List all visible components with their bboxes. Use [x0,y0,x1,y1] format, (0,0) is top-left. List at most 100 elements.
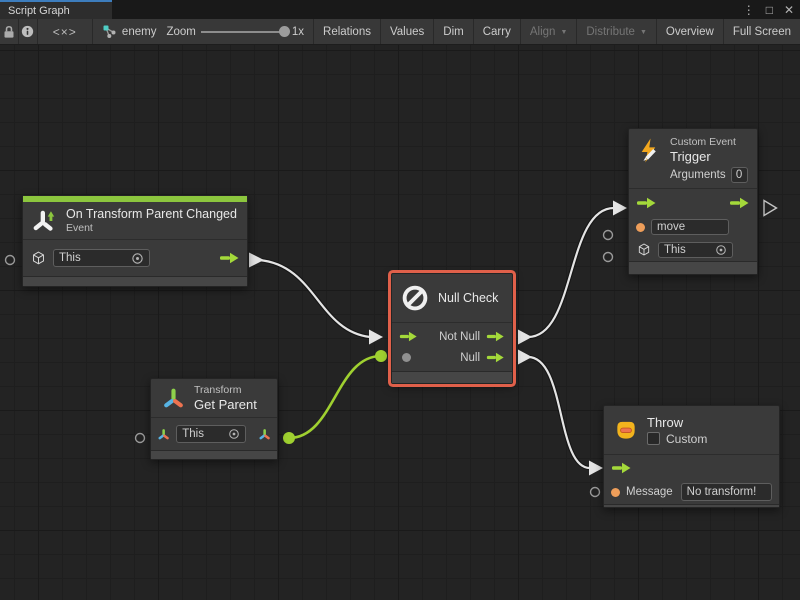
trigger-input-port[interactable] [611,462,632,474]
node-title: Get Parent [194,397,257,412]
toolbar-buttons: Relations Values Dim Carry Align ▼ Distr… [314,19,800,44]
throw-error-icon [613,417,639,443]
wire-notnull-to-trigger[interactable] [528,208,614,337]
transform-output-port[interactable] [258,427,271,442]
node-title: Throw [647,415,707,430]
window-menu-icon[interactable]: ⋮ [743,3,755,17]
distribute-button: Distribute ▼ [577,19,657,44]
input-port[interactable] [604,231,613,240]
unity-script-graph-window: Script Graph ⋮ □ ✕ <×> [0,0,800,600]
wire-end-arrow [613,201,627,216]
null-output-port[interactable] [486,352,505,363]
node-category: Transform [194,384,257,396]
graph-toolbar: <×> enemy Zoom 1x Relations Values Dim C… [0,19,800,45]
node-title: Null Check [438,291,498,305]
trigger-input-port[interactable] [636,197,657,209]
message-field[interactable]: No transform! [681,483,772,501]
tab-title: Script Graph [8,5,70,17]
transform-event-icon [32,208,58,234]
graph-name: enemy [122,26,157,38]
object-picker-icon[interactable] [715,244,727,256]
wire-dot [283,432,295,444]
info-button[interactable] [19,19,38,44]
info-icon [19,23,36,40]
value-input-port[interactable] [402,353,411,362]
node-subtitle: Event [66,222,237,234]
wire-start-arrow [518,330,532,345]
node-footer [392,371,512,383]
value-port-orange[interactable] [611,488,620,497]
chevron-down-icon: ▼ [560,29,567,36]
node-get-parent[interactable]: Transform Get Parent This [150,378,278,460]
node-custom-event-trigger[interactable]: Custom Event Trigger Arguments 0 [628,128,758,275]
transform-icon [161,386,186,411]
code-view-button[interactable]: <×> [38,19,93,44]
dim-button[interactable]: Dim [434,19,473,44]
wire-start-arrow [249,253,264,268]
chevron-down-icon: ▼ [640,29,647,36]
trigger-output-port[interactable] [729,197,750,209]
zoom-label: Zoom [166,26,195,38]
full-screen-button[interactable]: Full Screen [724,19,800,44]
overview-button[interactable]: Overview [657,19,724,44]
align-button: Align ▼ [521,19,578,44]
wire-start-arrow [518,350,532,365]
node-footer [604,504,779,507]
port-label: Not Null [439,331,480,343]
message-label: Message [626,486,673,498]
trigger-input-port[interactable] [399,331,418,342]
wire-end-arrow [369,330,383,345]
window-controls: ⋮ □ ✕ [743,0,794,19]
wire-getparent-to-nullcheck[interactable] [289,356,381,438]
target-field[interactable]: This [53,249,150,267]
lock-icon [0,23,18,41]
wire-end-arrow [589,461,603,476]
event-name-field[interactable]: move [651,219,729,235]
zoom-value: 1x [292,26,304,38]
arguments-field[interactable]: 0 [731,167,748,183]
maximize-icon[interactable]: □ [766,3,773,17]
node-throw[interactable]: Throw Custom [603,405,780,508]
gameobject-cube-icon [30,250,47,267]
relations-button[interactable]: Relations [314,19,381,44]
node-title: Trigger [670,149,749,164]
node-category: Custom Event [670,136,749,148]
zoom-slider-knob[interactable] [279,26,290,37]
target-field[interactable]: This [658,242,733,258]
output-trigger-port[interactable] [764,201,777,216]
zoom-slider[interactable] [201,31,287,33]
wire-dot [375,350,387,362]
object-picker-icon[interactable] [228,428,240,440]
checkbox-label: Custom [666,432,707,446]
trigger-output-port[interactable] [219,252,240,264]
tab-script-graph[interactable]: Script Graph [0,0,112,19]
arguments-label: Arguments [670,169,726,181]
script-graph-icon [102,24,117,39]
values-button[interactable]: Values [381,19,434,44]
carry-button[interactable]: Carry [474,19,521,44]
node-null-check[interactable]: Null Check Not Null [391,273,513,384]
graph-zone: enemy Zoom 1x [93,19,314,44]
lock-button[interactable] [0,19,19,44]
not-null-output-port[interactable] [486,331,505,342]
node-on-transform-parent-changed[interactable]: On Transform Parent Changed Event This [22,195,248,287]
close-icon[interactable]: ✕ [784,3,794,17]
transform-icon [157,427,170,442]
port-label: Null [460,352,480,364]
node-footer [629,261,757,274]
null-check-icon [400,283,430,313]
gameobject-cube-icon [636,242,652,258]
node-title: On Transform Parent Changed [66,207,237,221]
graph-canvas[interactable]: On Transform Parent Changed Event This [0,45,800,600]
input-port[interactable] [604,253,613,262]
input-port[interactable] [136,434,145,443]
tab-bar: Script Graph ⋮ □ ✕ [0,0,800,19]
input-port[interactable] [6,256,15,265]
value-port-orange[interactable] [636,223,645,232]
target-field[interactable]: This [176,425,245,443]
input-port[interactable] [591,488,600,497]
node-footer [151,450,277,459]
custom-checkbox[interactable] [647,432,660,445]
object-picker-icon[interactable] [131,252,144,265]
code-icon: <×> [53,25,77,39]
